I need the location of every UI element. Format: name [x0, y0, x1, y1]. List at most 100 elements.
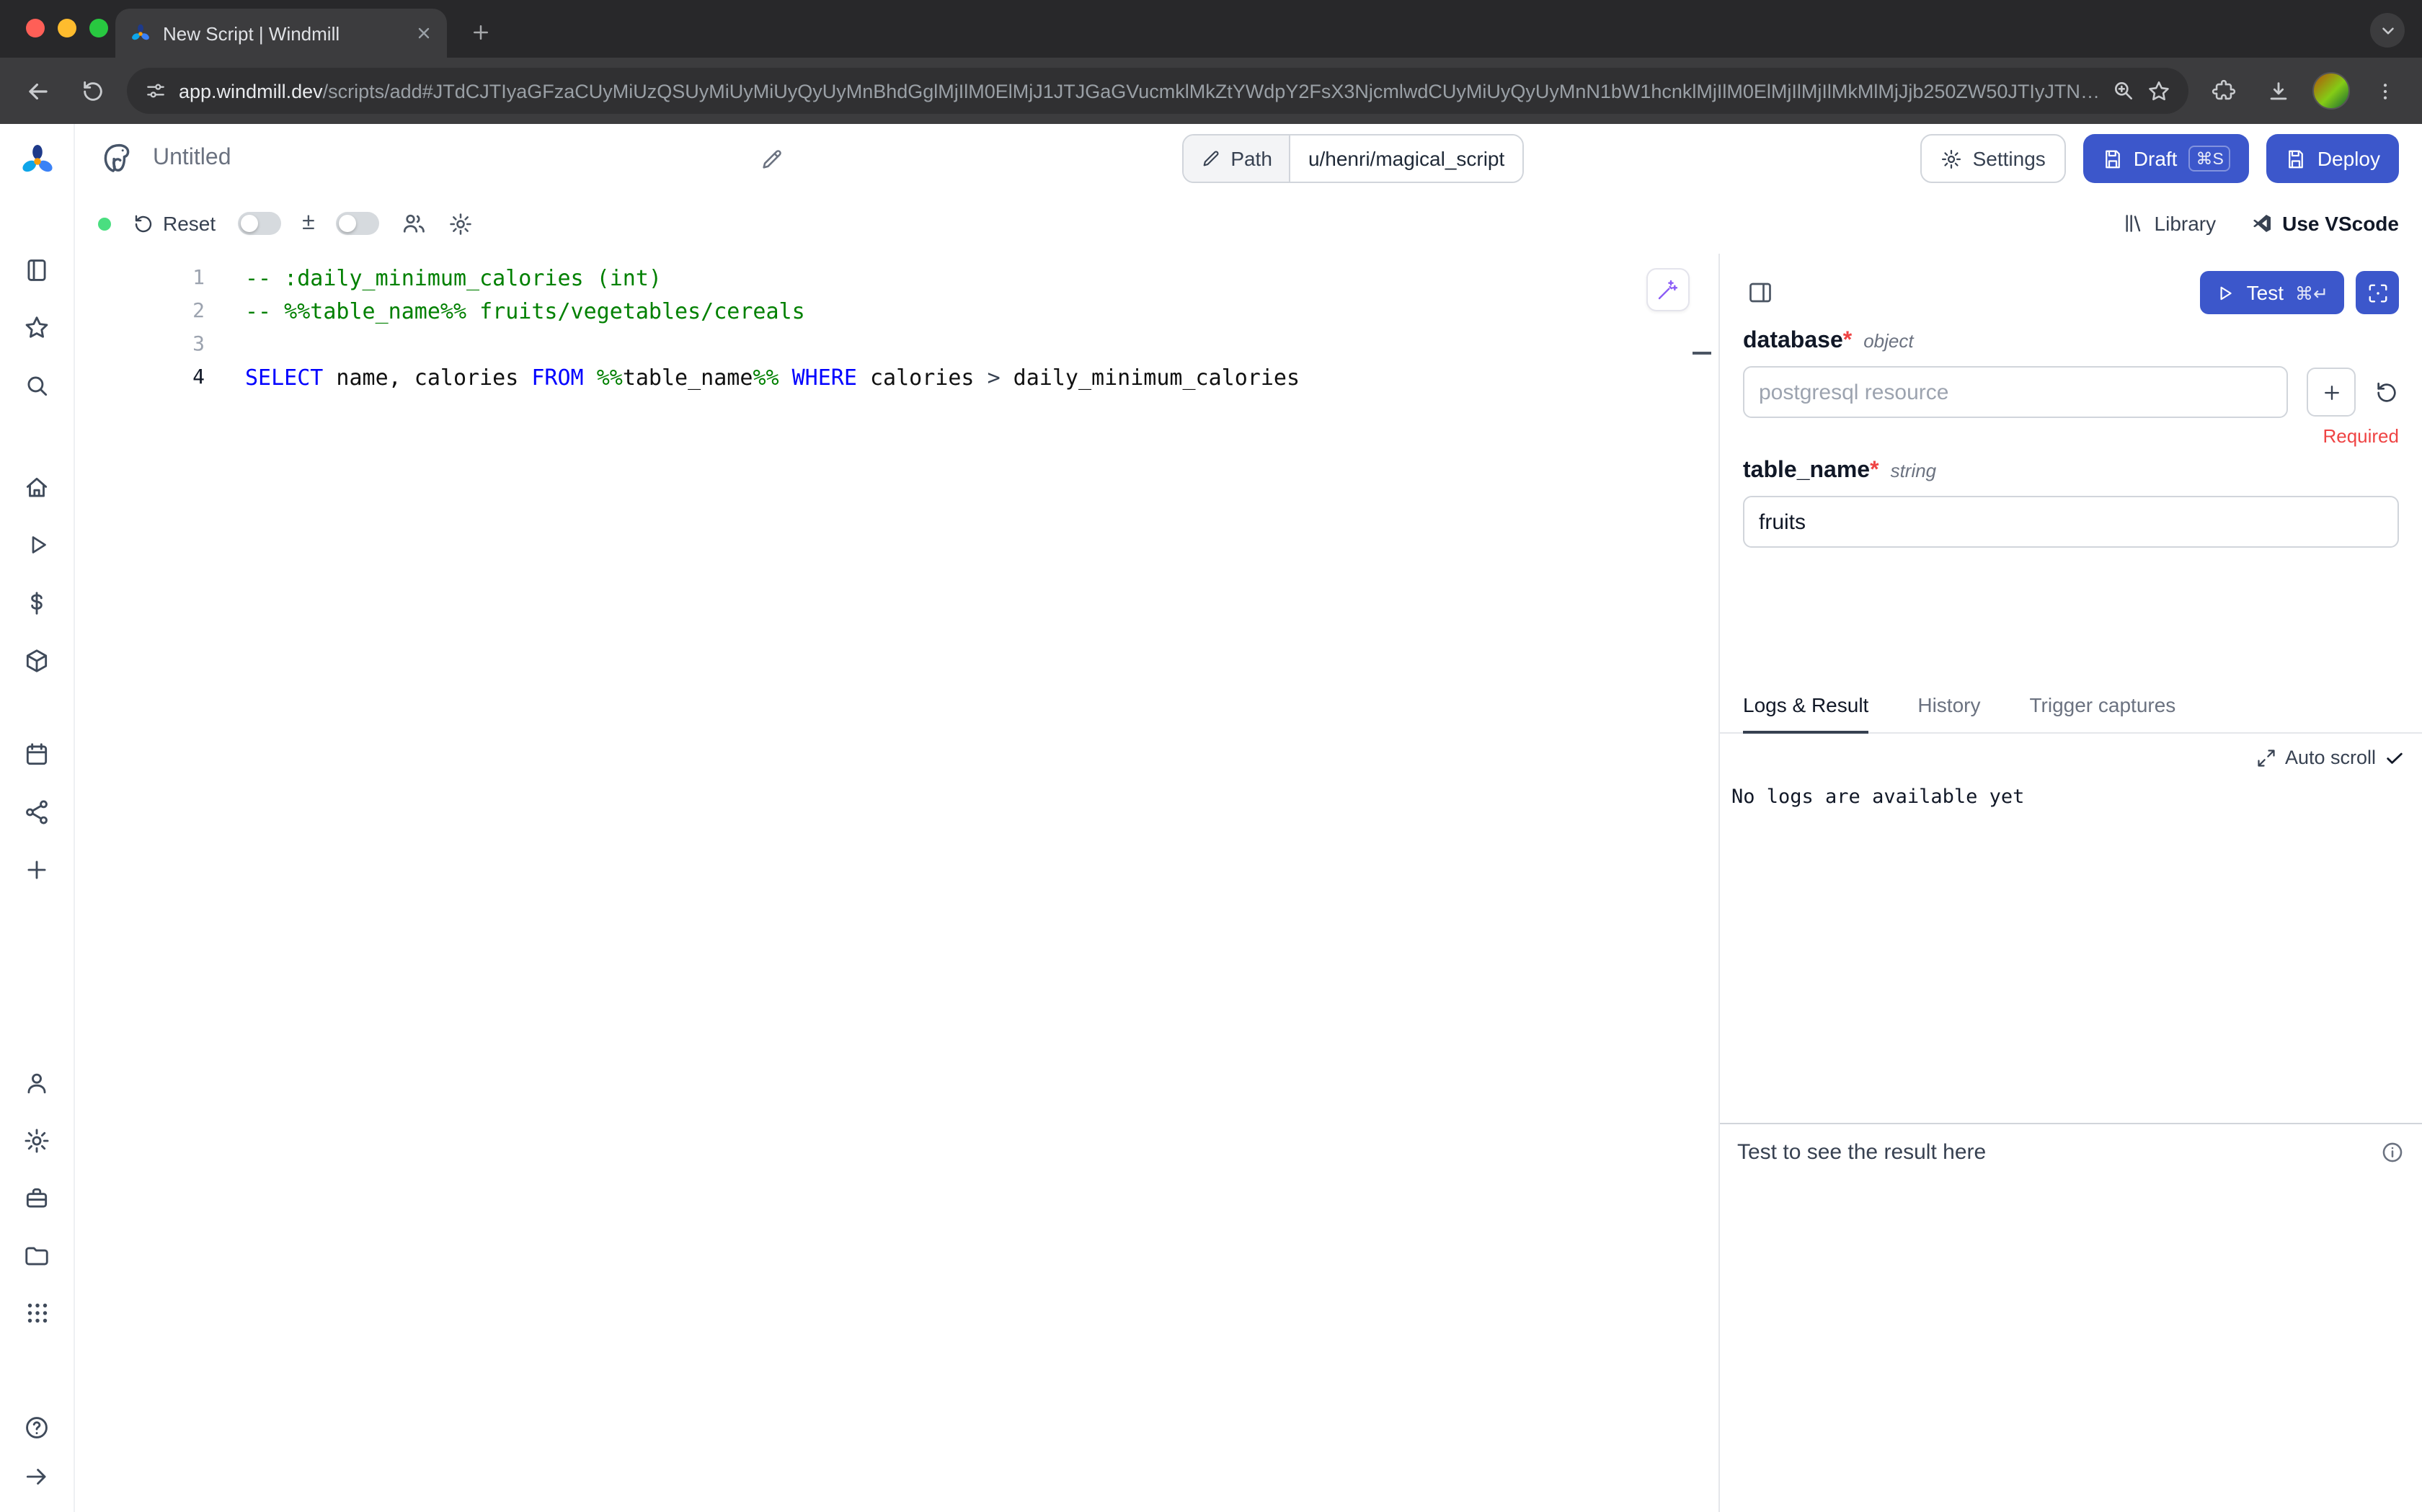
code-line[interactable]: 3	[75, 329, 1718, 362]
info-icon[interactable]	[2380, 1140, 2405, 1165]
use-vscode-button[interactable]: Use VScode	[2250, 212, 2399, 235]
tab-search-button[interactable]	[2370, 13, 2405, 48]
field-table-name-required-mark: *	[1870, 458, 1878, 483]
test-shortcut: ⌘↵	[2295, 282, 2328, 303]
edit-title-pencil-icon[interactable]	[760, 146, 784, 171]
bookmark-star-icon[interactable]	[2147, 79, 2171, 103]
ai-assistant-button[interactable]	[1646, 268, 1690, 311]
new-tab-button[interactable]	[461, 13, 499, 50]
address-bar[interactable]: app.windmill.dev/scripts/add#JTdCJTIyaGF…	[127, 68, 2188, 114]
browser-toolbar: app.windmill.dev/scripts/add#JTdCJTIyaGF…	[0, 58, 2422, 124]
user-icon[interactable]	[15, 1062, 58, 1103]
search-icon[interactable]	[15, 365, 58, 405]
magic-wand-icon	[1656, 278, 1680, 301]
vscode-icon	[2250, 212, 2274, 235]
vscode-label: Use VScode	[2282, 212, 2399, 235]
editor-settings-gear-icon[interactable]	[449, 211, 474, 236]
script-header: Untitled Path u/henri/magical_script	[75, 124, 2422, 193]
diff-toggle[interactable]	[237, 212, 280, 235]
line-number: 3	[75, 329, 205, 362]
windmill-logo[interactable]	[15, 141, 58, 182]
browser-menu-icon[interactable]	[2364, 71, 2405, 111]
users-icon	[402, 210, 427, 236]
library-button[interactable]: Library	[2123, 212, 2217, 235]
settings-gear-icon	[1941, 148, 1963, 169]
code-line[interactable]: 4SELECT name, calories FROM %%table_name…	[75, 362, 1718, 395]
calendar-icon[interactable]	[15, 734, 58, 774]
field-database-name: database	[1743, 329, 1843, 353]
downloads-icon[interactable]	[2258, 71, 2298, 111]
path-label: Path	[1230, 147, 1272, 170]
profile-avatar[interactable]	[2312, 72, 2350, 110]
reload-button[interactable]	[72, 71, 112, 111]
gear-icon[interactable]	[15, 1120, 58, 1160]
field-table-name-type: string	[1891, 460, 1937, 481]
add-resource-button[interactable]	[2307, 368, 2356, 417]
tab-history[interactable]: History	[1917, 680, 1980, 732]
browser-tab-strip: New Script | Windmill	[0, 0, 2422, 58]
reset-button[interactable]: Reset	[133, 212, 216, 235]
home-icon[interactable]	[15, 467, 58, 507]
draft-shortcut: ⌘S	[2188, 146, 2230, 172]
code-line[interactable]: 2-- %%table_name%% fruits/vegetables/cer…	[75, 295, 1718, 329]
code-line[interactable]: 1-- :daily_minimum_calories (int)	[75, 262, 1718, 295]
diff-symbol: ±	[302, 210, 315, 236]
star-icon[interactable]	[15, 307, 58, 347]
window-zoom-button[interactable]	[89, 19, 108, 37]
cube-icon[interactable]	[15, 640, 58, 680]
run-panel: Test ⌘↵ data	[1718, 254, 2422, 1512]
status-dot	[98, 217, 111, 230]
refresh-resources-icon[interactable]	[2374, 380, 2399, 404]
settings-button[interactable]: Settings	[1921, 134, 2066, 183]
multiplayer-toggle[interactable]	[337, 212, 380, 235]
zoom-indicator-icon[interactable]	[2112, 79, 2135, 102]
dollar-icon[interactable]	[15, 582, 58, 623]
path-value: u/henri/magical_script	[1291, 135, 1522, 182]
flow-icon[interactable]	[15, 791, 58, 832]
line-number: 2	[75, 295, 205, 329]
window-minimize-button[interactable]	[58, 19, 76, 37]
reset-label: Reset	[163, 212, 216, 235]
auto-scroll-control[interactable]: Auto scroll	[1720, 734, 2422, 768]
url-text: app.windmill.dev/scripts/add#JTdCJTIyaGF…	[179, 80, 2101, 102]
database-input[interactable]	[1743, 366, 2288, 418]
panel-toggle-icon[interactable]	[1743, 275, 1778, 310]
app-sidebar	[0, 124, 75, 1512]
tab-logs-result[interactable]: Logs & Result	[1743, 680, 1868, 734]
deploy-save-icon	[2286, 148, 2307, 169]
code-editor[interactable]: 1-- :daily_minimum_calories (int)2-- %%t…	[75, 254, 1718, 1512]
deploy-button[interactable]: Deploy	[2267, 134, 2399, 183]
table-name-input[interactable]	[1743, 496, 2399, 548]
folder-icon[interactable]	[15, 1235, 58, 1276]
grid-icon[interactable]	[15, 1293, 58, 1333]
draft-button[interactable]: Draft ⌘S	[2083, 134, 2250, 183]
auto-scroll-label: Auto scroll	[2285, 747, 2376, 768]
editor-toolbar: Reset ± Library	[75, 193, 2422, 254]
script-title-text[interactable]: Untitled	[153, 146, 231, 172]
briefcase-icon[interactable]	[15, 1178, 58, 1218]
edit-path-pencil-icon	[1200, 148, 1220, 169]
site-settings-icon[interactable]	[144, 79, 167, 102]
tab-close-icon[interactable]	[415, 25, 432, 42]
window-close-button[interactable]	[26, 19, 45, 37]
library-icon	[2123, 212, 2146, 235]
focus-run-button[interactable]	[2356, 271, 2399, 314]
result-section: Test to see the result here	[1720, 1123, 2422, 1512]
settings-label: Settings	[1973, 147, 2046, 170]
plus-icon[interactable]	[15, 849, 58, 889]
test-button[interactable]: Test ⌘↵	[2201, 271, 2344, 314]
arrow-right-icon[interactable]	[15, 1456, 58, 1496]
browser-tab[interactable]: New Script | Windmill	[115, 9, 447, 58]
field-table-name-name: table_name	[1743, 458, 1870, 483]
help-icon[interactable]	[15, 1407, 58, 1447]
path-field[interactable]: Path u/henri/magical_script	[1181, 134, 1523, 183]
field-database-required-mark: *	[1843, 329, 1852, 353]
line-number: 1	[75, 262, 205, 295]
tab-trigger-captures[interactable]: Trigger captures	[2029, 680, 2175, 732]
play-icon[interactable]	[15, 525, 58, 565]
extensions-icon[interactable]	[2203, 71, 2243, 111]
field-database-type: object	[1863, 330, 1913, 352]
notebook-icon[interactable]	[15, 249, 58, 290]
back-button[interactable]	[17, 71, 58, 111]
deploy-label: Deploy	[2317, 147, 2380, 170]
